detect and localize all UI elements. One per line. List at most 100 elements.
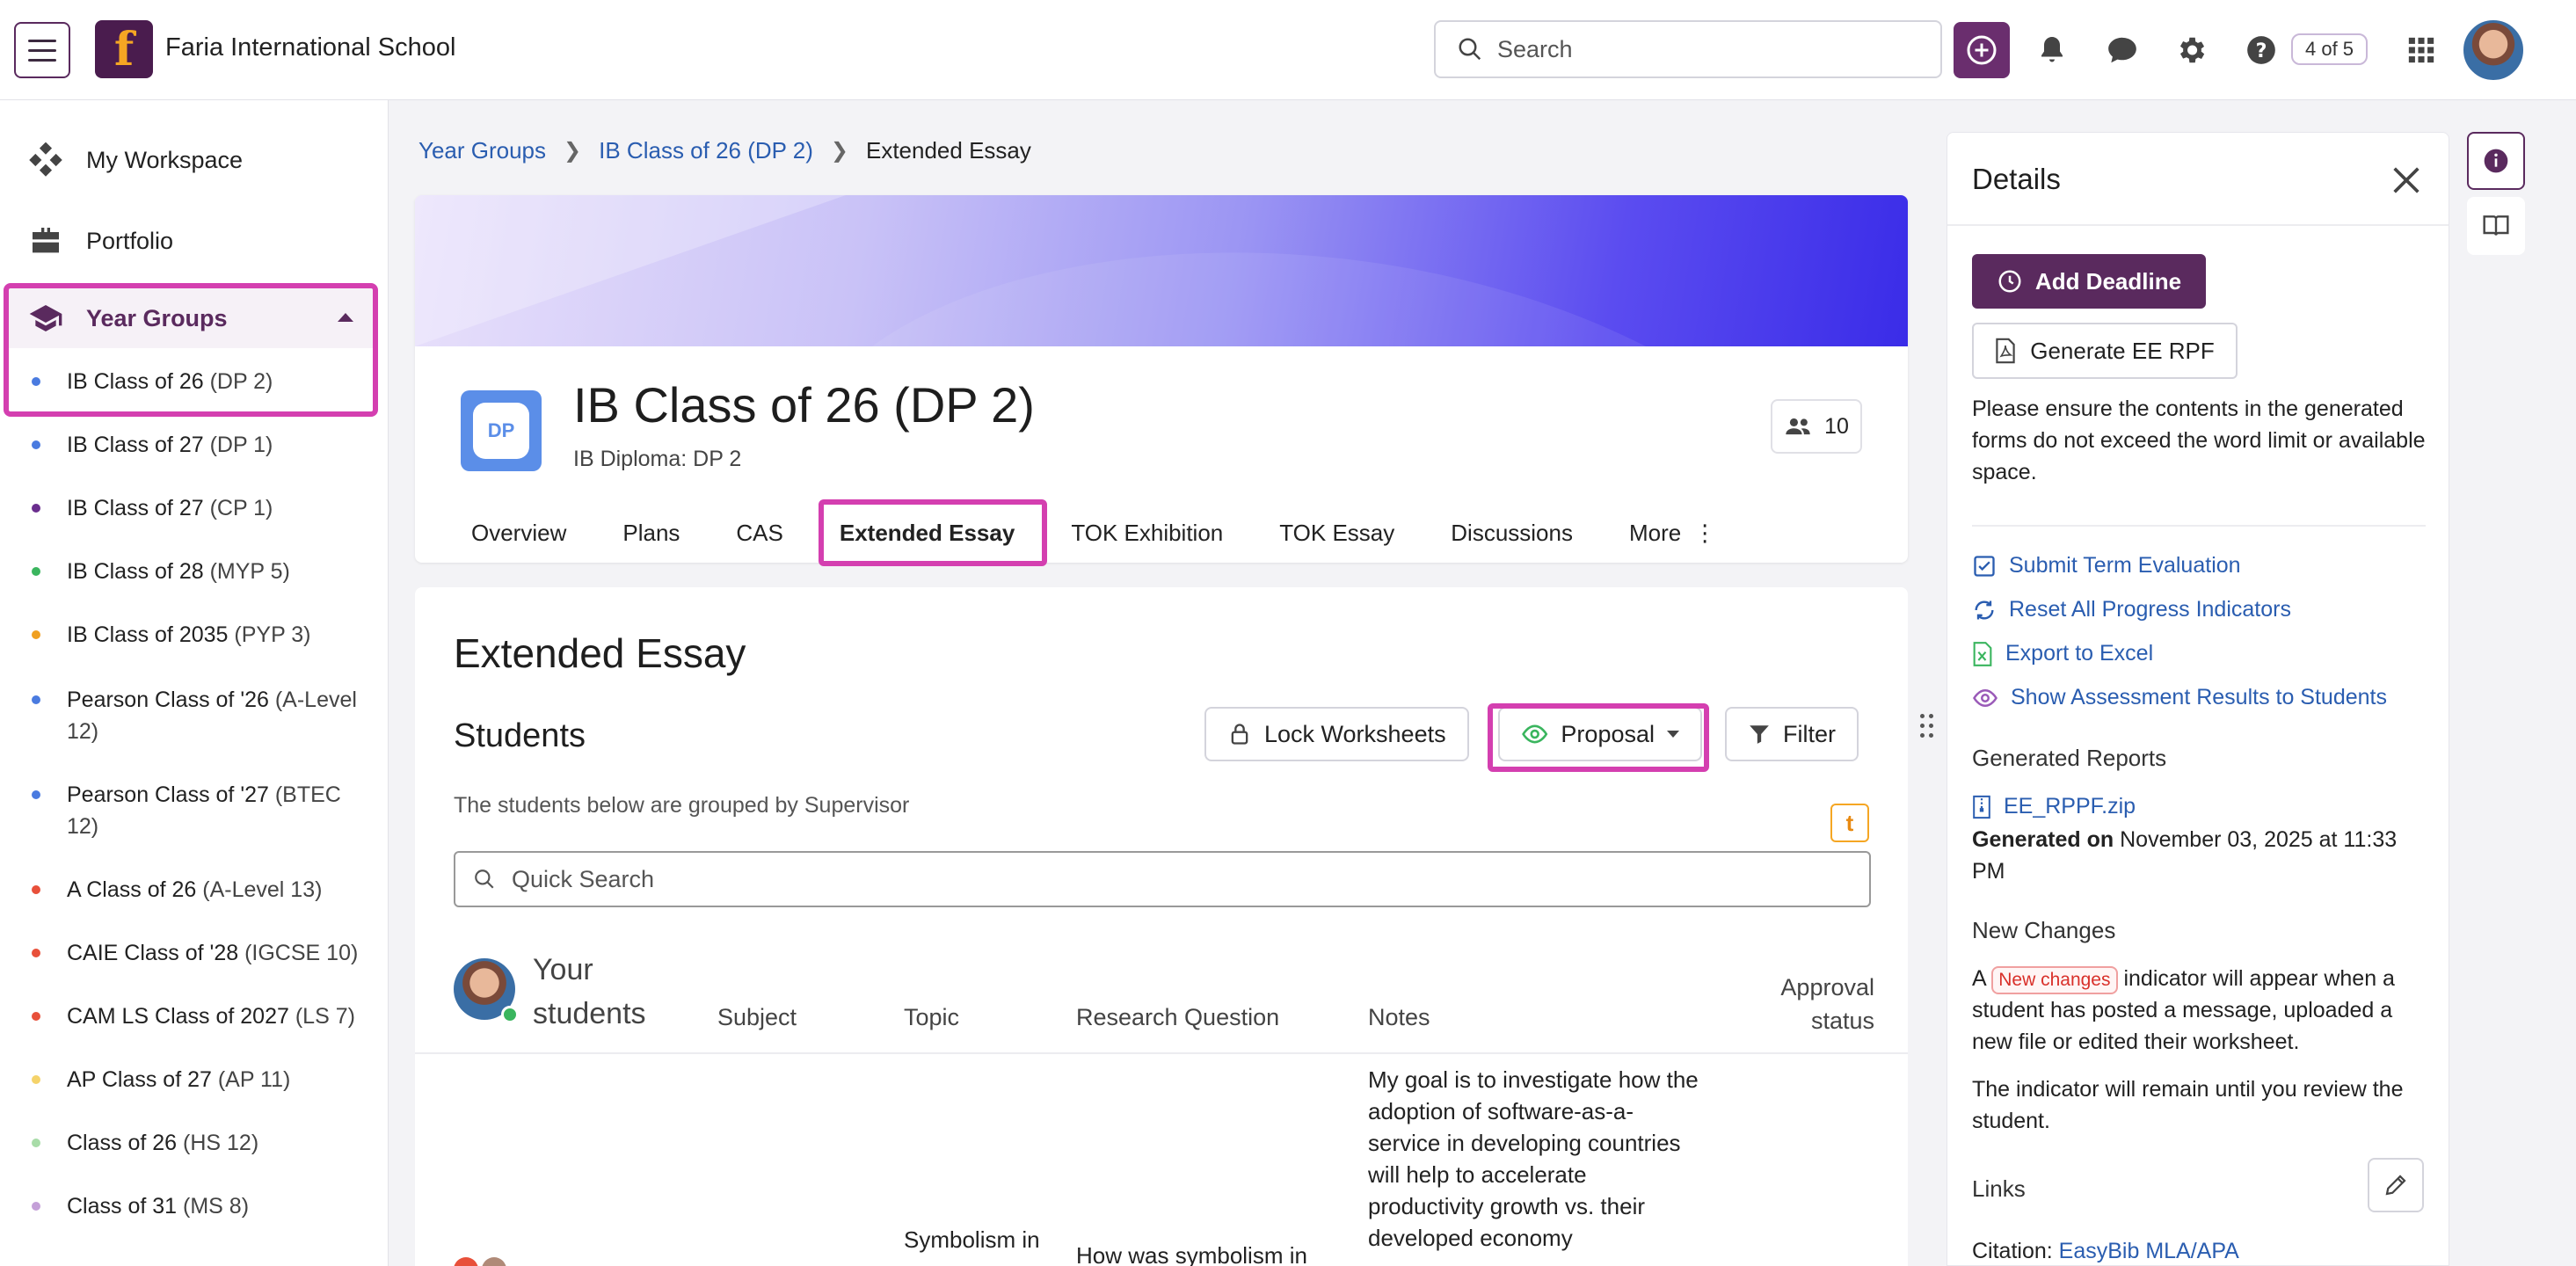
filter-button[interactable]: Filter bbox=[1725, 707, 1859, 761]
sidebar-group-item[interactable]: IB Class of 27 (CP 1) bbox=[32, 492, 366, 524]
new-changes-badge: New changes bbox=[1991, 966, 2118, 994]
members-count-button[interactable]: 10 bbox=[1771, 399, 1862, 454]
sidebar-group-item[interactable]: IB Class of 2035 (PYP 3) bbox=[32, 619, 366, 651]
sidebar-group-item[interactable]: CAM LS Class of 2027 (LS 7) bbox=[32, 1000, 366, 1032]
search-icon bbox=[1459, 38, 1481, 61]
sidebar-group-item[interactable]: A Class of 26 (A-Level 13) bbox=[32, 874, 366, 906]
progress-counter-badge[interactable]: 4 of 5 bbox=[2291, 33, 2369, 65]
top-bar: f Faria International School Search ? 4 … bbox=[0, 0, 2576, 100]
show-assessment-results-link[interactable]: Show Assessment Results to Students bbox=[1972, 685, 2387, 710]
group-label: IB Class of 28 (MYP 5) bbox=[67, 556, 290, 587]
column-header-notes[interactable]: Notes bbox=[1368, 1004, 1430, 1031]
tab-more[interactable]: More ⋮ bbox=[1601, 520, 1744, 547]
divider bbox=[1972, 525, 2426, 527]
tab-cas[interactable]: CAS bbox=[708, 520, 811, 547]
citation-link[interactable]: EasyBib MLA/APA bbox=[2059, 1239, 2239, 1263]
submit-term-evaluation-link[interactable]: Submit Term Evaluation bbox=[1972, 553, 2241, 578]
column-header-approval-status[interactable]: Approval status bbox=[1760, 971, 1874, 1037]
reset-progress-indicators-link[interactable]: Reset All Progress Indicators bbox=[1972, 597, 2291, 622]
breadcrumb-class[interactable]: IB Class of 26 (DP 2) bbox=[599, 137, 813, 164]
edit-links-button[interactable] bbox=[2368, 1158, 2424, 1212]
chevron-right-icon: ❯ bbox=[830, 139, 848, 163]
class-banner bbox=[415, 195, 1908, 346]
links-heading: Links bbox=[1972, 1175, 2026, 1202]
create-new-button[interactable] bbox=[1954, 22, 2010, 78]
sidebar-group-item[interactable]: IB Class of 28 (MYP 5) bbox=[32, 556, 366, 587]
close-details-button[interactable] bbox=[2389, 163, 2424, 198]
citation-label: Citation: bbox=[1972, 1239, 2053, 1263]
breadcrumb-current: Extended Essay bbox=[865, 137, 1031, 164]
quick-search-input[interactable]: Quick Search bbox=[454, 851, 1871, 907]
sidebar-group-item[interactable]: IB Class of 27 (DP 1) bbox=[32, 429, 366, 461]
messages-button[interactable] bbox=[2101, 29, 2143, 71]
tab-tok-exhibition[interactable]: TOK Exhibition bbox=[1043, 520, 1251, 547]
column-header-research-question[interactable]: Research Question bbox=[1076, 1004, 1279, 1031]
sidebar-group-item[interactable]: IB Class of 26 (DP 2) bbox=[32, 366, 366, 397]
generated-on-text: Generated on November 03, 2025 at 11:33 … bbox=[1972, 824, 2429, 887]
sidebar-group-item[interactable]: CAIE Class of '28 (IGCSE 10) bbox=[32, 937, 366, 969]
sidebar-item-my-workspace[interactable]: My Workspace bbox=[28, 142, 243, 178]
sidebar-group-item[interactable]: Pearson Class of '26 (A-Level 12) bbox=[32, 684, 366, 747]
funnel-icon bbox=[1750, 725, 1769, 744]
button-label: Filter bbox=[1783, 720, 1836, 747]
group-color-dot bbox=[32, 1202, 40, 1211]
tab-plans[interactable]: Plans bbox=[594, 520, 708, 547]
sidebar-item-portfolio[interactable]: Portfolio bbox=[28, 223, 173, 258]
group-label: Class of 26 (HS 12) bbox=[67, 1127, 258, 1159]
panel-resize-handle[interactable] bbox=[1920, 714, 1934, 740]
toddle-icon[interactable]: t bbox=[1830, 804, 1869, 842]
breadcrumb-year-groups[interactable]: Year Groups bbox=[418, 137, 546, 164]
student-row-avatars bbox=[454, 1257, 506, 1266]
tab-label: Discussions bbox=[1451, 519, 1573, 546]
group-tag: (MYP 5) bbox=[209, 559, 290, 584]
group-name: IB Class of 27 bbox=[67, 433, 204, 457]
school-name[interactable]: Faria International School bbox=[165, 33, 455, 62]
notifications-button[interactable] bbox=[2031, 29, 2073, 71]
sidebar-group-item[interactable]: Pearson Class of '27 (BTEC 12) bbox=[32, 779, 366, 842]
column-header-topic[interactable]: Topic bbox=[904, 1004, 959, 1031]
column-header-subject[interactable]: Subject bbox=[717, 1004, 797, 1031]
members-count: 10 bbox=[1824, 413, 1849, 439]
lock-worksheets-button[interactable]: Lock Worksheets bbox=[1204, 707, 1469, 761]
people-icon bbox=[1786, 418, 1810, 435]
user-avatar[interactable] bbox=[2462, 18, 2525, 82]
add-deadline-button[interactable]: Add Deadline bbox=[1972, 254, 2206, 309]
svg-text:?: ? bbox=[2256, 40, 2267, 62]
group-name: CAIE Class of '28 bbox=[67, 941, 239, 965]
details-title: Details bbox=[1972, 163, 2061, 195]
students-heading: Students bbox=[454, 717, 586, 754]
search-placeholder: Search bbox=[1497, 35, 1573, 62]
settings-button[interactable] bbox=[2170, 29, 2212, 71]
help-button[interactable]: ? bbox=[2240, 29, 2282, 71]
sidebar-group-item[interactable]: AP Class of 27 (AP 11) bbox=[32, 1064, 366, 1095]
group-tag: (A-Level 13) bbox=[202, 877, 323, 902]
group-color-dot bbox=[32, 1075, 40, 1084]
plus-circle-icon bbox=[1967, 35, 1997, 65]
tab-overview[interactable]: Overview bbox=[457, 520, 594, 547]
details-toggle-button[interactable] bbox=[2467, 132, 2525, 190]
link-label: EE_RPPF.zip bbox=[2004, 794, 2136, 819]
tab-discussions[interactable]: Discussions bbox=[1423, 520, 1601, 547]
apps-grid-button[interactable] bbox=[2400, 29, 2442, 71]
tab-tok-essay[interactable]: TOK Essay bbox=[1251, 520, 1423, 547]
guide-toggle-button[interactable] bbox=[2467, 197, 2525, 255]
group-tag: (CP 1) bbox=[209, 496, 273, 520]
school-logo[interactable]: f bbox=[95, 20, 153, 78]
group-label: A Class of 26 (A-Level 13) bbox=[67, 874, 322, 906]
group-color-dot bbox=[32, 567, 40, 576]
link-label: Export to Excel bbox=[2005, 641, 2154, 666]
search-icon bbox=[475, 869, 494, 889]
hamburger-menu-button[interactable] bbox=[14, 22, 70, 78]
export-to-excel-link[interactable]: Export to Excel bbox=[1972, 641, 2153, 666]
sidebar-group-item[interactable]: Class of 26 (HS 12) bbox=[32, 1127, 366, 1159]
group-name: Class of 31 bbox=[67, 1194, 178, 1219]
report-file-link[interactable]: EE_RPPF.zip bbox=[1972, 794, 2136, 819]
sidebar-group-item[interactable]: Class of 31 (MS 8) bbox=[32, 1190, 366, 1222]
group-label: CAIE Class of '28 (IGCSE 10) bbox=[67, 937, 358, 969]
global-search-input[interactable]: Search bbox=[1434, 20, 1942, 78]
chat-bubble-icon bbox=[2108, 37, 2136, 63]
group-label: CAM LS Class of 2027 (LS 7) bbox=[67, 1000, 355, 1032]
group-label: IB Class of 2035 (PYP 3) bbox=[67, 619, 310, 651]
generate-ee-rpf-button[interactable]: Generate EE RPF bbox=[1972, 323, 2238, 379]
avatar bbox=[454, 1257, 478, 1266]
